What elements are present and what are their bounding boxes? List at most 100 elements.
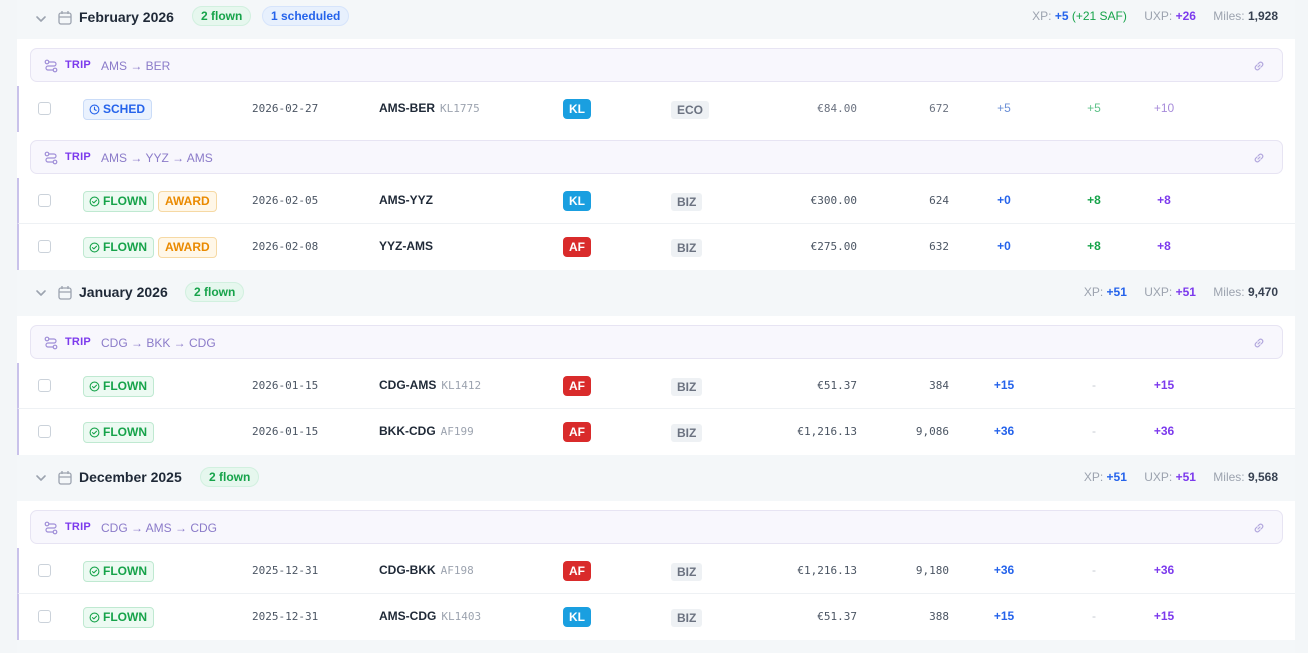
flight-uxp: +15	[1153, 609, 1175, 623]
flight-date: 2026-02-05	[252, 194, 319, 207]
flight-saf-xp: +8	[1087, 193, 1101, 207]
row-checkbox[interactable]	[38, 240, 51, 253]
route-code: AMS-YYZ	[379, 193, 433, 207]
route-code: CDG-AMS	[379, 378, 437, 392]
miles-label: Miles:	[1213, 9, 1245, 23]
row-checkbox[interactable]	[38, 564, 51, 577]
scheduled-count-badge: 1 scheduled	[262, 6, 350, 26]
route-icon	[44, 59, 58, 73]
trip-header[interactable]: TRIP CDG → BKK → CDG	[30, 325, 1283, 359]
uxp-label: UXP:	[1144, 285, 1173, 299]
route-code: AMS-BER	[379, 101, 435, 115]
flight-xp: +36	[993, 424, 1015, 438]
check-circle-icon	[89, 381, 100, 392]
xp-total: +51	[1106, 285, 1127, 299]
flight-route: CDG-AMS KL1412	[379, 378, 481, 392]
chevron-down-icon[interactable]	[34, 471, 48, 485]
flight-miles: 632	[929, 240, 949, 253]
link-icon[interactable]	[1252, 336, 1266, 350]
month-title: December 2025	[79, 469, 182, 485]
status-badge: FLOWN	[83, 607, 154, 628]
month-header-january-2026[interactable]: January 2026 2 flown XP: +51 UXP: +51 Mi…	[17, 270, 1295, 316]
row-checkbox[interactable]	[38, 610, 51, 623]
saf-total: (+21 SAF)	[1071, 9, 1127, 23]
uxp-label: UXP:	[1144, 9, 1173, 23]
cabin-badge: BIZ	[671, 609, 703, 627]
xp-total: +51	[1106, 470, 1127, 484]
status-label: SCHED	[103, 102, 146, 116]
cabin-badge: BIZ	[671, 239, 703, 257]
flight-saf-xp: +8	[1087, 239, 1101, 253]
flight-saf-xp: -	[1092, 378, 1096, 392]
flight-price: €275.00	[810, 240, 857, 253]
link-icon[interactable]	[1252, 151, 1266, 165]
flight-saf-xp: -	[1092, 563, 1096, 577]
flight-route: AMS-YYZ	[379, 193, 433, 207]
row-checkbox[interactable]	[38, 102, 51, 115]
flight-miles: 9,180	[915, 564, 949, 577]
clock-icon	[89, 104, 100, 115]
flight-row[interactable]: FLOWN 2025-12-31 AMS-CDG KL1403 KL BIZ €5…	[17, 594, 1295, 640]
flight-date: 2026-01-15	[252, 379, 319, 392]
route-code: CDG-BKK	[379, 563, 436, 577]
flight-price: €51.37	[817, 379, 857, 392]
trip-header[interactable]: TRIP AMS → YYZ → AMS	[30, 140, 1283, 174]
cabin-badge: BIZ	[671, 424, 703, 442]
row-checkbox[interactable]	[38, 194, 51, 207]
flight-row[interactable]: FLOWN AWARD 2026-02-05 AMS-YYZ KL BIZ €3…	[17, 178, 1295, 224]
flight-uxp: +8	[1157, 193, 1171, 207]
month-header-next[interactable]	[17, 640, 1295, 653]
month-header-february-2026[interactable]: February 2026 2 flown 1 scheduled XP: +5…	[17, 0, 1295, 39]
trip-header[interactable]: TRIP AMS → BER	[30, 48, 1283, 82]
route-code: BKK-CDG	[379, 424, 436, 438]
flight-xp: +36	[993, 563, 1015, 577]
airline-badge: AF	[563, 561, 591, 581]
flight-uxp: +10	[1153, 101, 1175, 115]
flight-row[interactable]: SCHED 2026-02-27 AMS-BER KL1775 KL ECO €8…	[17, 86, 1295, 132]
flight-row[interactable]: FLOWN AWARD 2026-02-08 YYZ-AMS AF BIZ €2…	[17, 224, 1295, 270]
uxp-total: +51	[1175, 470, 1196, 484]
flight-date: 2025-12-31	[252, 610, 319, 623]
month-header-december-2025[interactable]: December 2025 2 flown XP: +51 UXP: +51 M…	[17, 455, 1295, 501]
status-badge: FLOWN	[83, 191, 154, 212]
flight-uxp: +15	[1153, 378, 1175, 392]
route-icon	[44, 336, 58, 350]
flight-route: AMS-BER KL1775	[379, 101, 480, 115]
link-icon[interactable]	[1252, 59, 1266, 73]
flight-row[interactable]: FLOWN 2026-01-15 CDG-AMS KL1412 AF BIZ €5…	[17, 363, 1295, 409]
chevron-down-icon[interactable]	[34, 12, 48, 26]
flight-saf-xp: -	[1092, 609, 1096, 623]
xp-label: XP:	[1083, 470, 1104, 484]
flight-xp: +0	[997, 193, 1011, 207]
link-icon[interactable]	[1252, 521, 1266, 535]
airline-badge: KL	[563, 607, 591, 627]
xp-label: XP:	[1032, 9, 1052, 23]
route-icon	[44, 521, 58, 535]
flown-count-badge: 2 flown	[192, 6, 252, 26]
flight-xp: +5	[997, 101, 1011, 115]
flight-row[interactable]: FLOWN 2025-12-31 CDG-BKK AF198 AF BIZ €1,…	[17, 548, 1295, 594]
chevron-down-icon[interactable]	[34, 286, 48, 300]
month-title: February 2026	[79, 9, 174, 25]
flight-row[interactable]: FLOWN 2026-01-15 BKK-CDG AF199 AF BIZ €1,…	[17, 409, 1295, 455]
flight-saf-xp: +5	[1087, 101, 1101, 115]
month-stats: XP: +51 UXP: +51 Miles: 9,470	[1084, 285, 1278, 299]
flight-price: €300.00	[810, 194, 857, 207]
row-checkbox[interactable]	[38, 379, 51, 392]
status-label: FLOWN	[103, 564, 147, 578]
flight-miles: 624	[929, 194, 949, 207]
check-circle-icon	[89, 566, 100, 577]
flight-number: AF198	[440, 564, 474, 577]
status-label: FLOWN	[103, 379, 147, 393]
row-checkbox[interactable]	[38, 425, 51, 438]
trip-header[interactable]: TRIP CDG → AMS → CDG	[30, 510, 1283, 544]
flight-route: BKK-CDG AF199	[379, 424, 474, 438]
flight-route: AMS-CDG KL1403	[379, 609, 481, 623]
trip-tag: TRIP	[65, 521, 91, 533]
status-badge: SCHED	[83, 99, 153, 120]
trip-tag: TRIP	[65, 336, 91, 348]
month-stats: XP: +51 UXP: +51 Miles: 9,568	[1084, 470, 1278, 484]
trip-route: CDG → BKK → CDG	[101, 336, 216, 350]
trip-tag: TRIP	[65, 151, 91, 163]
flight-route: CDG-BKK AF198	[379, 563, 474, 577]
